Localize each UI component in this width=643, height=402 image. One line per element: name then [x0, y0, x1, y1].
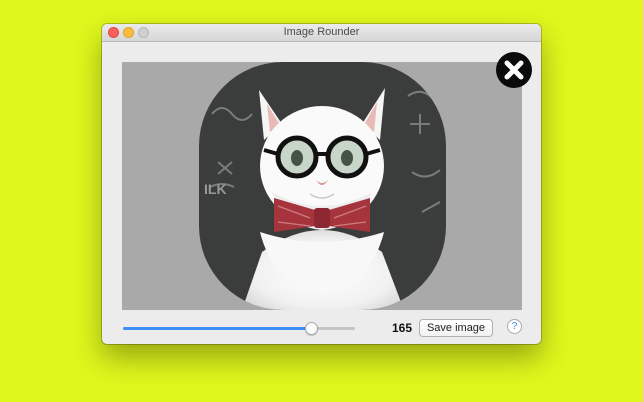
help-button[interactable]: ? — [507, 319, 522, 334]
controls-bar: 165 Save image ? — [102, 316, 541, 340]
rounded-cat-image: ILK — [199, 62, 446, 310]
radius-value: 165 — [391, 321, 412, 335]
close-overlay-button[interactable] — [495, 51, 533, 89]
radius-slider[interactable] — [123, 319, 355, 337]
title-bar: Image Rounder — [102, 24, 541, 42]
svg-text:ILK: ILK — [204, 181, 227, 197]
close-icon — [496, 52, 532, 88]
slider-fill — [123, 327, 311, 330]
save-image-button[interactable]: Save image — [419, 319, 493, 337]
image-rounder-window: Image Rounder ILK 165 Save image ? — [102, 24, 541, 344]
slider-thumb[interactable] — [305, 322, 318, 335]
image-preview: ILK — [122, 62, 522, 310]
window-title: Image Rounder — [283, 26, 360, 38]
